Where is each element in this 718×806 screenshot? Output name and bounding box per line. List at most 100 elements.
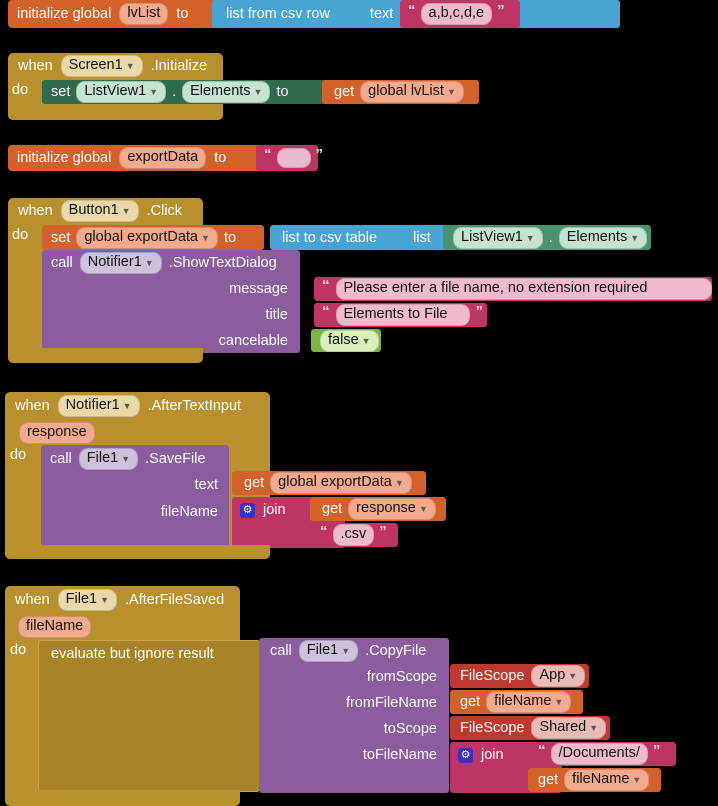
when-label: when xyxy=(18,58,53,74)
evaluate-ignore-label: evaluate but ignore result xyxy=(51,645,214,662)
filescope-dropdown-app[interactable]: App ▼ xyxy=(531,665,586,687)
open-quote-icon: “ xyxy=(322,277,330,294)
init-global-keyword: initialize global xyxy=(17,6,112,22)
variable-dropdown-response[interactable]: response ▼ xyxy=(348,498,436,520)
file1-stack-foot xyxy=(5,790,240,804)
method-name: .SaveFile xyxy=(145,450,206,467)
chevron-down-icon: ▼ xyxy=(122,401,132,411)
button1-stack-foot xyxy=(8,348,203,363)
chevron-down-icon: ▼ xyxy=(253,87,263,97)
variable-dropdown-filename[interactable]: fileName ▼ xyxy=(486,691,572,713)
block-get-response[interactable]: get response ▼ xyxy=(310,497,446,521)
chevron-down-icon: ▼ xyxy=(121,453,131,464)
block-list-to-csv-table[interactable]: list to csv table list xyxy=(270,225,470,250)
event-param-response[interactable]: response xyxy=(19,422,95,444)
text-value-field[interactable]: .csv xyxy=(332,524,375,546)
param-label-text: text xyxy=(194,477,218,493)
do-label-screen1: do xyxy=(12,82,29,98)
event-param-filename[interactable]: fileName xyxy=(18,616,92,638)
open-quote-icon: “ xyxy=(538,742,546,759)
block-get-global-lvlist[interactable]: get global lvList ▼ xyxy=(322,80,479,104)
text-value-field[interactable]: a,b,c,d,e xyxy=(420,3,493,25)
block-set-global-exportdata[interactable]: set global exportData ▼ to xyxy=(42,225,264,250)
component-dropdown-listview1[interactable]: ListView1 ▼ xyxy=(453,226,543,249)
dot-separator: . xyxy=(172,84,177,100)
component-dropdown-listview1[interactable]: ListView1 ▼ xyxy=(76,81,167,103)
block-get-listview1-elements[interactable]: ListView1 ▼ . Elements ▼ xyxy=(443,225,651,250)
logic-dropdown-false[interactable]: false ▼ xyxy=(320,329,379,352)
block-text-documents-path[interactable]: “ /Documents/ ” xyxy=(528,742,676,766)
gear-icon[interactable]: ⚙ xyxy=(458,747,473,763)
chevron-down-icon: ▼ xyxy=(568,671,578,681)
when-label: when xyxy=(15,398,50,414)
variable-dropdown-global-lvlist[interactable]: global lvList ▼ xyxy=(360,81,464,103)
variable-dropdown-global-exportdata[interactable]: global exportData ▼ xyxy=(76,226,218,249)
when-file1-header: when File1 ▼ .AfterFileSaved xyxy=(5,586,240,614)
block-text-empty-string[interactable]: “ ” xyxy=(256,145,323,171)
property-dropdown-elements[interactable]: Elements ▼ xyxy=(182,81,271,103)
block-initialize-global-exportdata[interactable]: initialize global exportData to xyxy=(8,145,263,171)
chevron-down-icon: ▼ xyxy=(149,87,159,97)
when-label: when xyxy=(18,203,53,219)
when-screen1-header: when Screen1 ▼ .Initialize xyxy=(8,53,223,79)
block-get-filename-from[interactable]: get fileName ▼ xyxy=(450,690,583,714)
block-evaluate-but-ignore-result[interactable]: evaluate but ignore result xyxy=(38,640,260,792)
text-value-field[interactable]: /Documents/ xyxy=(550,743,648,765)
dot-separator: . xyxy=(548,229,553,246)
variable-dropdown-global-exportdata[interactable]: global exportData ▼ xyxy=(270,472,412,494)
variable-dropdown-filename[interactable]: fileName ▼ xyxy=(564,769,650,791)
get-label: get xyxy=(334,84,355,100)
block-text-csv-string[interactable]: “ a,b,c,d,e ” xyxy=(400,0,520,28)
chevron-down-icon: ▼ xyxy=(418,504,428,514)
component-dropdown-file1[interactable]: File1 ▼ xyxy=(57,589,118,611)
block-call-file1-savefile[interactable]: call File1 ▼ .SaveFile text fileName xyxy=(41,445,229,548)
open-quote-icon: “ xyxy=(264,146,272,163)
chevron-down-icon: ▼ xyxy=(525,232,535,243)
component-dropdown-notifier1[interactable]: Notifier1 ▼ xyxy=(57,395,140,417)
join-label: join xyxy=(481,747,504,763)
block-get-global-exportdata[interactable]: get global exportData ▼ xyxy=(232,471,426,495)
chevron-down-icon: ▼ xyxy=(144,258,154,268)
block-filescope-shared[interactable]: FileScope Shared ▼ xyxy=(450,716,610,740)
chevron-down-icon: ▼ xyxy=(630,232,640,243)
call-label: call xyxy=(51,255,73,271)
when-label: when xyxy=(15,592,50,608)
filescope-label: FileScope xyxy=(460,668,525,684)
block-text-title[interactable]: “ Elements to File ” xyxy=(314,303,487,327)
block-get-filename-to[interactable]: get fileName ▼ xyxy=(528,768,661,792)
component-dropdown-button1[interactable]: Button1 ▼ xyxy=(60,200,139,222)
list-to-csv-table-label: list to csv table xyxy=(282,229,378,246)
close-quote-icon: ” xyxy=(497,2,505,19)
block-logic-false[interactable]: false ▼ xyxy=(311,329,381,352)
join-label: join xyxy=(263,502,286,518)
property-dropdown-elements[interactable]: Elements ▼ xyxy=(558,226,648,249)
component-dropdown-file1[interactable]: File1 ▼ xyxy=(298,640,359,662)
block-call-file1-copyfile[interactable]: call File1 ▼ .CopyFile fromScope fromFile… xyxy=(259,638,449,793)
chevron-down-icon: ▼ xyxy=(554,697,564,707)
text-value-field[interactable]: Elements to File xyxy=(335,304,470,326)
block-filescope-app[interactable]: FileScope App ▼ xyxy=(450,664,589,688)
blocks-canvas[interactable]: initialize global lvList to list from cs… xyxy=(0,0,718,806)
block-text-csv-extension[interactable]: “ .csv ” xyxy=(310,523,398,547)
block-text-message[interactable]: “ Please enter a file name, no extension… xyxy=(314,277,718,301)
method-name: .ShowTextDialog xyxy=(168,255,277,271)
chevron-down-icon: ▼ xyxy=(361,335,371,346)
do-label-button1: do xyxy=(12,227,29,243)
close-quote-icon: ” xyxy=(315,146,324,163)
do-label-file1: do xyxy=(10,642,27,658)
component-dropdown-notifier1[interactable]: Notifier1 ▼ xyxy=(79,252,162,274)
component-dropdown-file1[interactable]: File1 ▼ xyxy=(78,447,139,470)
screen1-stack-foot xyxy=(8,104,223,120)
gear-icon[interactable]: ⚙ xyxy=(240,502,255,518)
global-name-field[interactable]: exportData xyxy=(119,147,207,169)
block-call-notifier1-showtextdialog[interactable]: call Notifier1 ▼ .ShowTextDialog message … xyxy=(42,250,300,353)
global-name-field[interactable]: lvList xyxy=(119,3,169,25)
block-set-listview1-elements[interactable]: set ListView1 ▼ . Elements ▼ to xyxy=(42,80,338,104)
set-label: set xyxy=(51,229,71,246)
component-dropdown-screen1[interactable]: Screen1 ▼ xyxy=(60,55,143,77)
chevron-down-icon: ▼ xyxy=(125,61,135,71)
text-value-field[interactable] xyxy=(276,148,311,168)
text-value-field[interactable]: Please enter a file name, no extension r… xyxy=(335,278,712,300)
filescope-dropdown-shared[interactable]: Shared ▼ xyxy=(531,717,607,739)
chevron-down-icon: ▼ xyxy=(341,646,351,656)
